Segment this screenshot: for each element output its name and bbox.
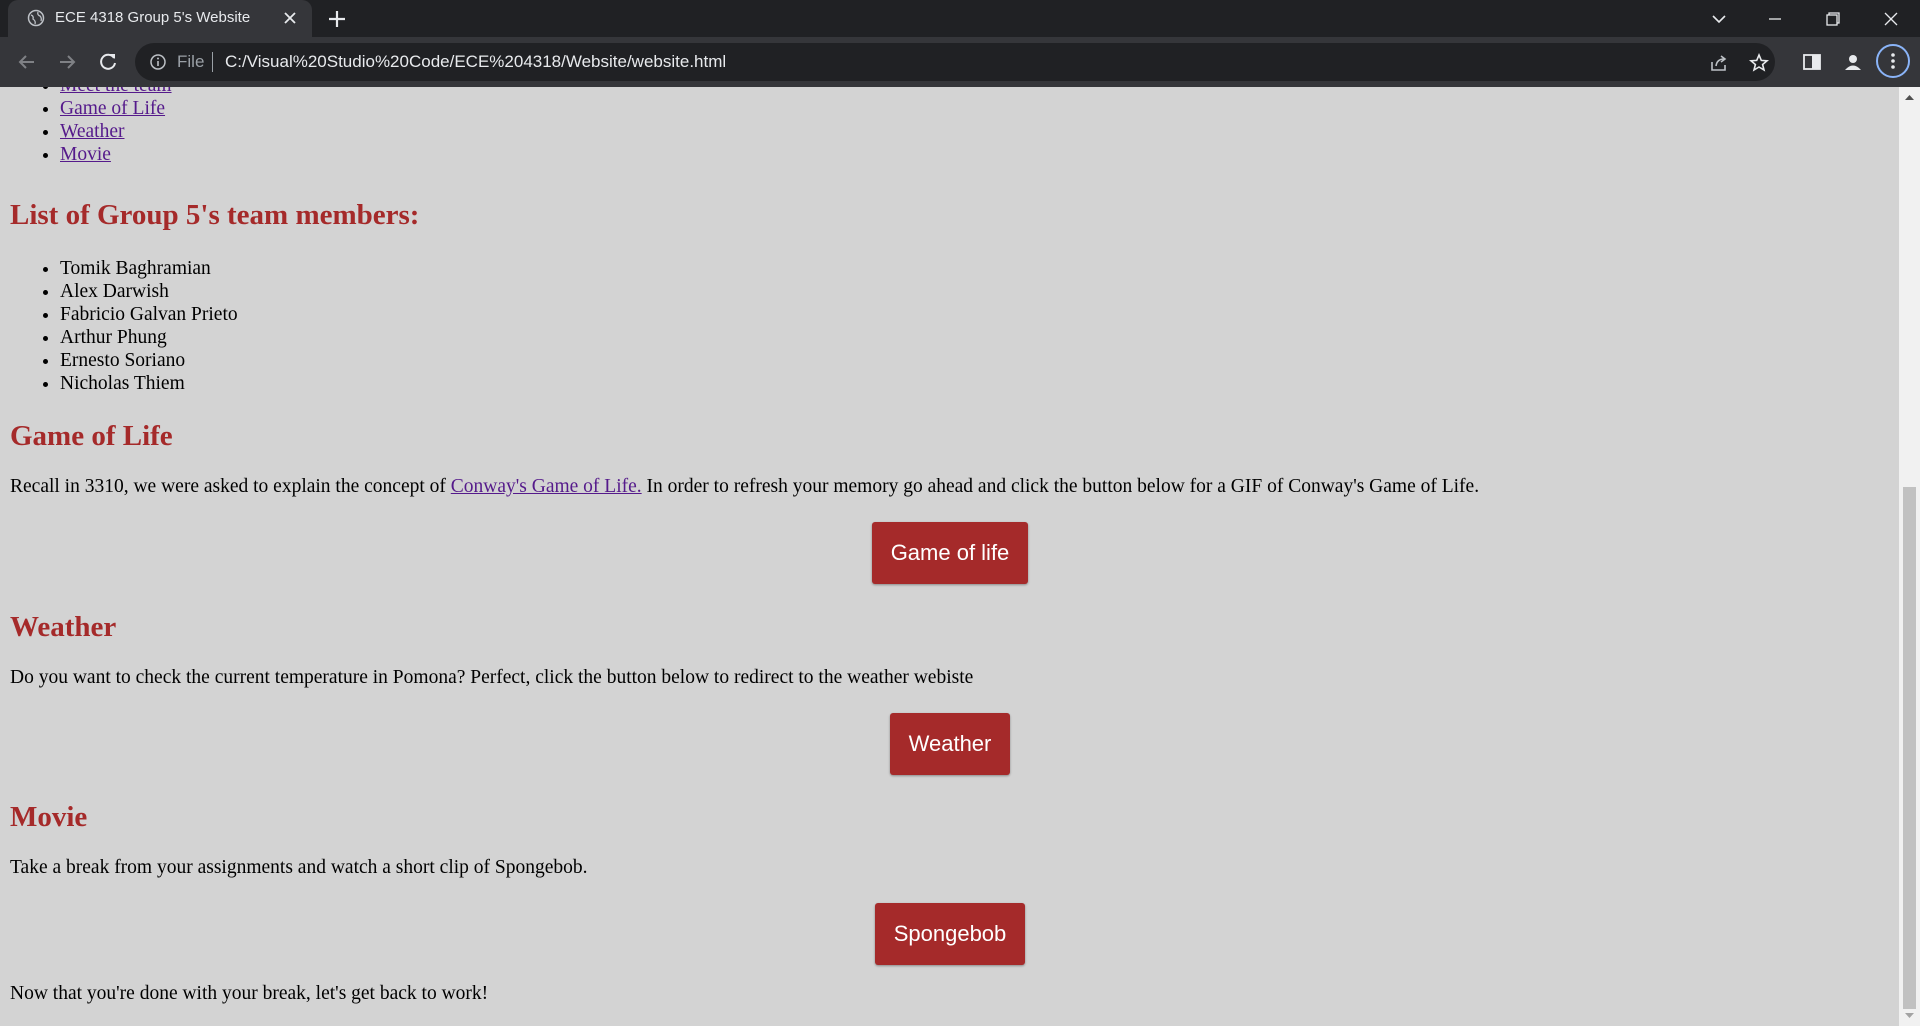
profile-icon[interactable]	[1840, 49, 1866, 75]
game-of-life-button[interactable]: Game of life	[871, 522, 1029, 584]
list-item: Game of Life	[60, 97, 172, 120]
globe-icon	[27, 9, 45, 27]
close-window-icon[interactable]	[1878, 6, 1904, 32]
movie-heading: Movie	[10, 801, 88, 833]
address-divider	[212, 52, 213, 72]
nav-link-game-of-life[interactable]: Game of Life	[60, 98, 165, 119]
vertical-scrollbar[interactable]	[1899, 87, 1920, 1026]
team-heading: List of Group 5's team members:	[10, 199, 420, 231]
address-scheme: File	[177, 52, 205, 71]
plus-icon[interactable]	[326, 8, 348, 30]
weather-button[interactable]: Weather	[889, 713, 1011, 775]
restore-icon[interactable]	[1820, 6, 1846, 32]
spongebob-button[interactable]: Spongebob	[874, 903, 1026, 965]
forward-icon[interactable]	[54, 49, 80, 75]
scroll-down-arrow-icon[interactable]	[1904, 1010, 1915, 1021]
team-member: Ernesto Soriano	[60, 349, 238, 372]
movie-text: Take a break from your assignments and w…	[10, 857, 588, 878]
menu-button[interactable]	[1876, 44, 1910, 78]
weather-text: Do you want to check the current tempera…	[10, 667, 974, 688]
nav-link-weather[interactable]: Weather	[60, 121, 124, 142]
list-item: Weather	[60, 120, 172, 143]
game-of-life-heading: Game of Life	[10, 420, 173, 452]
nav-link-meet-the-team[interactable]: Meet the team	[60, 87, 172, 96]
game-of-life-text-after: In order to refresh your memory go ahead…	[641, 476, 1480, 497]
scroll-up-arrow-icon[interactable]	[1904, 92, 1915, 103]
reload-icon[interactable]	[95, 49, 121, 75]
side-panel-icon[interactable]	[1799, 49, 1825, 75]
back-icon[interactable]	[14, 49, 40, 75]
browser-tab[interactable]: ECE 4318 Group 5's Website	[8, 0, 312, 37]
team-member: Tomik Baghramian	[60, 257, 238, 280]
team-member-list: Tomik Baghramian Alex Darwish Fabricio G…	[10, 257, 238, 395]
list-item: Movie	[60, 143, 172, 166]
weather-heading: Weather	[10, 611, 117, 643]
tab-strip: ECE 4318 Group 5's Website	[0, 0, 1920, 37]
nav-link-movie[interactable]: Movie	[60, 144, 111, 165]
scrollbar-thumb[interactable]	[1903, 487, 1916, 1009]
game-of-life-text-before: Recall in 3310, we were asked to explain…	[10, 476, 451, 497]
star-icon[interactable]	[1748, 52, 1770, 74]
list-item: Meet the team	[60, 87, 172, 97]
share-icon[interactable]	[1708, 52, 1730, 74]
info-icon[interactable]	[149, 53, 167, 71]
address-bar[interactable]: File C:/Visual%20Studio%20Code/ECE%20431…	[135, 43, 1775, 81]
address-url[interactable]: C:/Visual%20Studio%20Code/ECE%204318/Web…	[225, 52, 726, 72]
chevron-down-icon[interactable]	[1706, 6, 1732, 32]
closing-text: Now that you're done with your break, le…	[10, 983, 489, 1004]
kebab-menu-icon	[1891, 53, 1895, 69]
team-member: Nicholas Thiem	[60, 372, 238, 395]
team-member: Arthur Phung	[60, 326, 238, 349]
team-member: Alex Darwish	[60, 280, 238, 303]
tab-title: ECE 4318 Group 5's Website	[55, 9, 251, 26]
browser-toolbar: File C:/Visual%20Studio%20Code/ECE%20431…	[0, 37, 1920, 87]
game-of-life-button-row: Game of life	[10, 522, 1890, 584]
team-member: Fabricio Galvan Prieto	[60, 303, 238, 326]
page-viewport: Meet the team Game of Life Weather Movie…	[0, 87, 1899, 1026]
close-icon[interactable]	[280, 8, 300, 28]
spongebob-button-row: Spongebob	[10, 903, 1890, 965]
minimize-icon[interactable]	[1762, 6, 1788, 32]
conway-link[interactable]: Conway's Game of Life.	[451, 476, 642, 497]
nav-list: Meet the team Game of Life Weather Movie	[10, 87, 172, 166]
weather-button-row: Weather	[10, 713, 1890, 775]
game-of-life-text: Recall in 3310, we were asked to explain…	[10, 476, 1479, 498]
